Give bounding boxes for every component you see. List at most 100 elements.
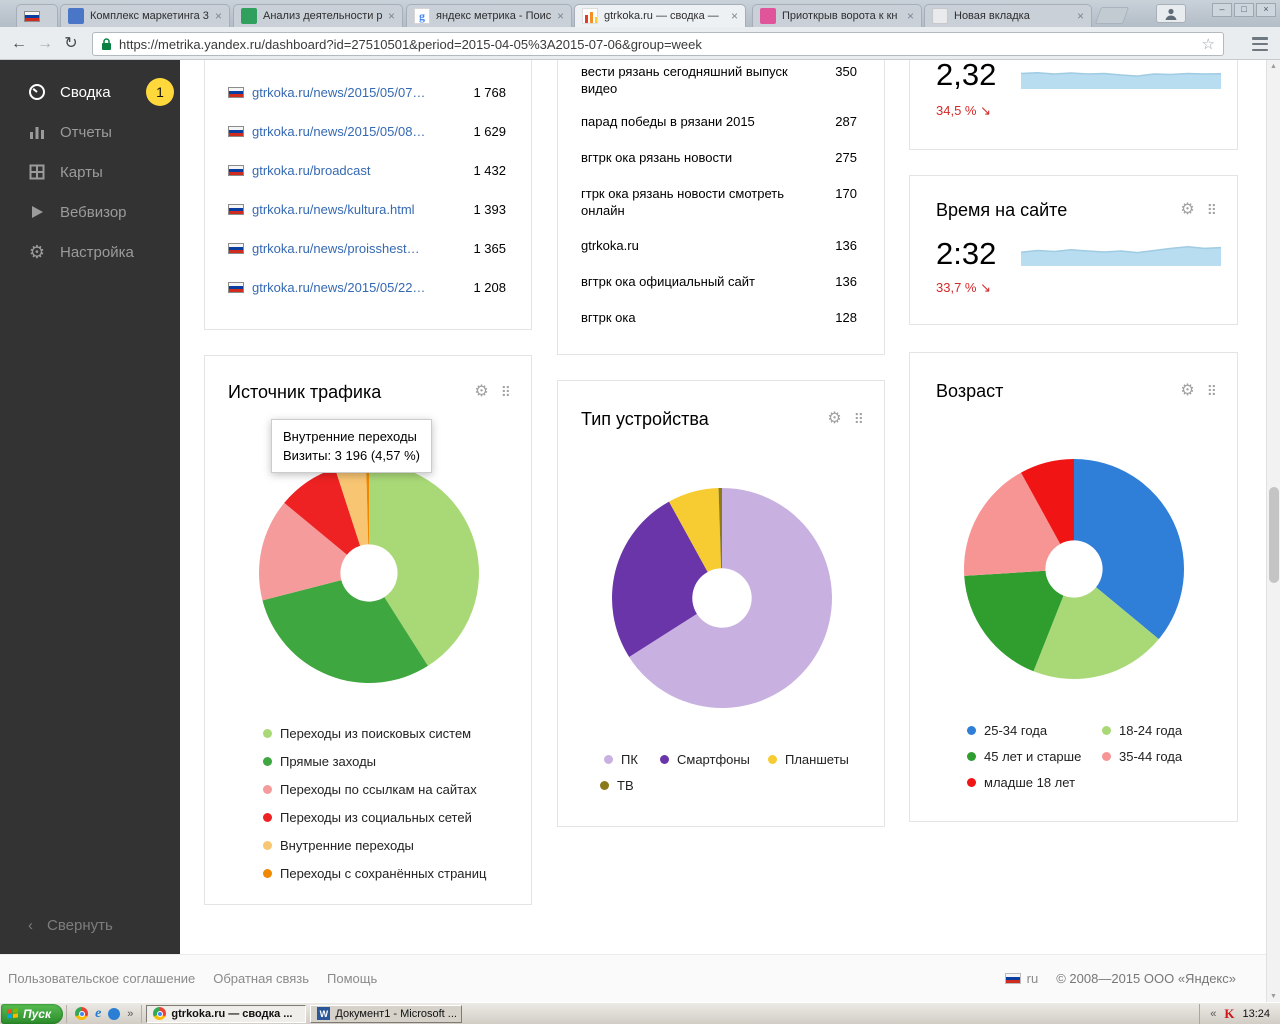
tab-close-icon[interactable]: ×	[907, 9, 914, 23]
bookmark-star-icon[interactable]: ☆	[1202, 35, 1215, 53]
sidebar-item-nastroyka[interactable]: ⚙ Настройка	[0, 232, 180, 272]
drag-handle-icon[interactable]: ⠿	[1207, 384, 1217, 398]
gear-icon[interactable]: ⚙	[1180, 383, 1194, 399]
tab-close-icon[interactable]: ×	[388, 9, 395, 23]
footer-links: Пользовательское соглашение Обратная свя…	[8, 971, 377, 986]
page-link[interactable]: gtrkoka.ru/news/kultura.html	[252, 202, 473, 217]
sidebar-item-karty[interactable]: Карты	[0, 152, 180, 192]
list-item: вгтрк ока официальный сайт 136	[581, 273, 857, 290]
traffic-sources-donut-chart[interactable]	[254, 458, 484, 688]
footer-link-feedback[interactable]: Обратная связь	[213, 971, 309, 986]
legend-item[interactable]: ПК	[604, 752, 638, 767]
antivirus-tray-icon[interactable]: K	[1224, 1006, 1234, 1022]
list-item: вести рязань сегодняшний выпуск видео 350	[581, 63, 857, 97]
tab-analysis[interactable]: Анализ деятельности р ×	[233, 4, 403, 27]
sidebar-item-vebvizor[interactable]: Вебвизор	[0, 192, 180, 232]
sidebar-item-otchety[interactable]: Отчеты	[0, 112, 180, 152]
address-bar[interactable]: https://metrika.yandex.ru/dashboard?id=2…	[92, 32, 1224, 56]
scroll-up-icon[interactable]: ▲	[1267, 63, 1280, 70]
internet-explorer-icon[interactable]: e	[95, 1006, 101, 1022]
blank-page-favicon	[932, 8, 948, 24]
page-link[interactable]: gtrkoka.ru/news/proisshest…	[252, 241, 473, 256]
tab-search[interactable]: g яндекс метрика - Поиск ×	[406, 4, 572, 27]
tab-close-icon[interactable]: ×	[731, 9, 738, 23]
tab-close-icon[interactable]: ×	[557, 9, 564, 23]
search-phrase: вести рязань сегодняшний выпуск видео	[581, 64, 788, 96]
sidebar-item-svodka[interactable]: Сводка 1	[0, 72, 180, 112]
gear-icon[interactable]: ⚙	[827, 411, 841, 427]
url-text[interactable]: https://metrika.yandex.ru/dashboard?id=2…	[119, 37, 1195, 52]
site-favicon	[228, 243, 244, 254]
drag-handle-icon[interactable]: ⠿	[501, 385, 511, 399]
new-tab-button[interactable]	[1094, 7, 1130, 24]
chevron-right-icon[interactable]: »	[127, 1008, 133, 1020]
legend-item[interactable]: 18-24 года	[1102, 723, 1182, 738]
tab-marketing[interactable]: Комплекс маркетинга 3 ×	[60, 4, 230, 27]
language-label[interactable]: ru	[1027, 971, 1039, 986]
legend-item[interactable]: 25-34 года	[967, 723, 1047, 738]
legend-item[interactable]: Прямые заходы	[263, 754, 486, 769]
pinned-tab[interactable]	[16, 4, 58, 27]
tab-close-icon[interactable]: ×	[215, 9, 222, 23]
list-item: gtrkoka.ru/broadcast 1 432	[205, 151, 531, 190]
legend-item[interactable]: младше 18 лет	[967, 775, 1075, 790]
scrollbar-thumb[interactable]	[1269, 487, 1279, 583]
browser-scrollbar[interactable]: ▲ ▼	[1266, 60, 1280, 1003]
age-donut-chart[interactable]	[959, 454, 1189, 684]
https-lock-icon	[102, 38, 111, 50]
start-button[interactable]: Пуск	[1, 1003, 64, 1024]
menu-button[interactable]	[1248, 35, 1272, 53]
menu-bar-icon	[1252, 48, 1268, 51]
taskbar-task-word[interactable]: W Документ1 - Microsoft ...	[310, 1004, 463, 1023]
tray-expand-icon[interactable]: «	[1210, 1008, 1216, 1020]
legend-item[interactable]: Переходы по ссылкам на сайтах	[263, 782, 486, 797]
legend-item[interactable]: ТВ	[600, 778, 634, 793]
sidebar-collapse-button[interactable]: ‹ Свернуть	[0, 905, 180, 945]
legend-item[interactable]: 45 лет и старше	[967, 749, 1081, 764]
drag-handle-icon[interactable]: ⠿	[854, 412, 864, 426]
footer-link-agreement[interactable]: Пользовательское соглашение	[8, 971, 195, 986]
legend-label: 25-34 года	[984, 723, 1048, 738]
page-link[interactable]: gtrkoka.ru/news/2015/05/08…	[252, 124, 473, 139]
search-phrase: вгтрк ока официальный сайт	[581, 274, 756, 289]
minimize-button[interactable]: –	[1212, 3, 1232, 17]
footer-right: ru © 2008—2015 ООО «Яндекс»	[1004, 971, 1236, 986]
forward-button[interactable]: →	[32, 31, 58, 56]
taskbar-task-browser[interactable]: gtrkoka.ru — сводка ...	[146, 1004, 307, 1023]
legend-item[interactable]: 35-44 года	[1102, 749, 1182, 764]
widget-controls: ⚙ ⠿	[827, 411, 864, 427]
page-link[interactable]: gtrkoka.ru/news/2015/05/22…	[252, 280, 473, 295]
tab-metrika-active[interactable]: gtrkoka.ru — сводка — ×	[574, 4, 746, 27]
legend-item[interactable]: Переходы с сохранённых страниц	[263, 866, 486, 881]
device-type-donut-chart[interactable]	[607, 483, 837, 713]
reload-button[interactable]: ↻	[58, 31, 84, 56]
list-item: вгтрк ока 128	[581, 309, 857, 326]
close-button[interactable]: ×	[1256, 3, 1276, 17]
legend-label: Переходы по ссылкам на сайтах	[280, 782, 477, 797]
legend-item[interactable]: Переходы из социальных сетей	[263, 810, 486, 825]
legend-item[interactable]: Смартфоны	[660, 752, 750, 767]
scroll-down-icon[interactable]: ▼	[1267, 993, 1280, 1000]
maximize-button[interactable]: □	[1234, 3, 1254, 17]
footer-link-help[interactable]: Помощь	[327, 971, 377, 986]
legend-label: Внутренние переходы	[280, 838, 414, 853]
notification-badge[interactable]: 1	[146, 78, 174, 106]
messenger-icon[interactable]	[108, 1007, 121, 1020]
tab-favicon	[241, 8, 257, 24]
page-link[interactable]: gtrkoka.ru/news/2015/05/07…	[252, 85, 473, 100]
legend-item[interactable]: Переходы из поисковых систем	[263, 726, 486, 741]
profile-button[interactable]	[1156, 4, 1186, 23]
tab-new[interactable]: Новая вкладка ×	[924, 4, 1092, 27]
legend-item[interactable]: Внутренние переходы	[263, 838, 486, 853]
legend-item[interactable]: Планшеты	[768, 752, 849, 767]
gear-icon[interactable]: ⚙	[1180, 202, 1194, 218]
back-button[interactable]: ←	[6, 31, 32, 56]
legend-dot	[967, 752, 976, 761]
chevron-left-icon: ‹	[28, 916, 33, 934]
gear-icon[interactable]: ⚙	[474, 384, 488, 400]
tab-close-icon[interactable]: ×	[1077, 9, 1084, 23]
page-link[interactable]: gtrkoka.ru/broadcast	[252, 163, 473, 178]
tab-book[interactable]: Приоткрыв ворота к кн ×	[752, 4, 922, 27]
drag-handle-icon[interactable]: ⠿	[1207, 203, 1217, 217]
browser-quicklaunch-icon[interactable]	[75, 1007, 89, 1020]
